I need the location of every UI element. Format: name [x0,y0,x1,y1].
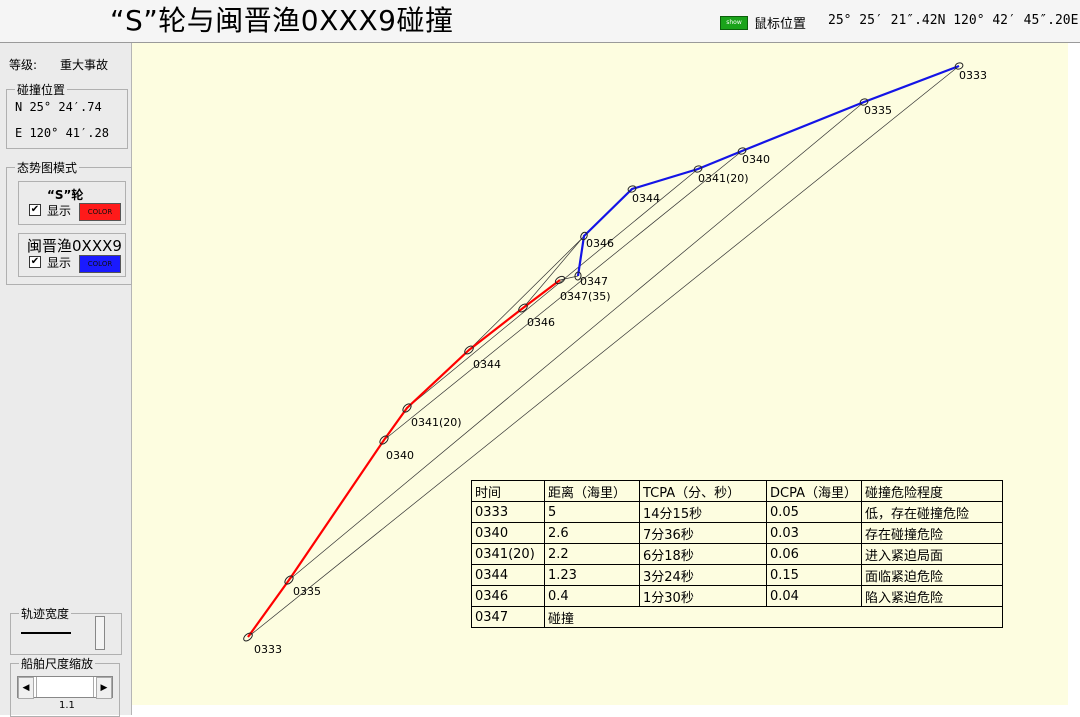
cell-time: 0347 [471,606,545,628]
cell-time: 0346 [471,585,545,607]
track-width-spinner[interactable] [95,616,105,650]
table-row: 0344 1.23 3分24秒 0.15 面临紧迫危险 [471,564,1003,586]
longitude-value: E 120° 41′.28 [15,126,109,140]
mode-title: 态势图模式 [15,159,80,176]
scale-title: 船舶尺度缩放 [19,655,96,672]
cell-time: 0341(20) [471,543,545,565]
ship1-show-label: 显示 [47,204,72,218]
scale-thumb[interactable] [36,677,94,697]
title-bar: “S”轮与闽晋渔0XXX9碰撞 show 鼠标位置 25° 25′ 21″.42… [0,0,1080,43]
cell-risk: 进入紧迫局面 [861,543,1003,565]
ship2-show-label: 显示 [47,256,72,270]
control-panel: 等级: 重大事故 碰撞位置 N 25° 24′.74 E 120° 41′.28… [0,43,132,717]
cell-risk: 陷入紧迫危险 [861,585,1003,607]
scale-slider[interactable]: ◀ ▶ [17,676,113,699]
cell-time: 0340 [471,522,545,544]
scale-value: 1.1 [59,700,75,711]
scale-left-arrow[interactable]: ◀ [18,677,34,699]
grade-value: 重大事故 [60,58,109,72]
table-header-row: 时间 距离（海里） TCPA（分、秒） DCPA（海里） 碰撞危险程度 [471,480,1003,502]
cell-risk: 存在碰撞危险 [861,522,1003,544]
ship1-name: “S”轮 [47,188,84,202]
table-row: 0346 0.4 1分30秒 0.04 陷入紧迫危险 [471,585,1003,607]
cell-time: 0344 [471,564,545,586]
cell-dcpa: 0.15 [766,564,862,586]
ship2-settings: 闽晋渔0XXX9 ✔ 显示 COLOR [18,233,126,277]
cell-tcpa: 3分24秒 [639,564,767,586]
header-distance: 距离（海里） [544,480,640,502]
track-width-group: 轨迹宽度 [10,605,122,655]
ship1-settings: “S”轮 ✔ 显示 COLOR [18,181,126,225]
cell-dcpa: 0.05 [766,501,862,523]
cell-tcpa: 6分18秒 [639,543,767,565]
ship2-name: 闽晋渔0XXX9 [27,237,122,255]
grade-label: 等级: [9,58,38,72]
mouse-position-readout: 25° 25′ 21″.42N 120° 42′ 45″.20E [828,13,1079,28]
table-row: 0333 5 14分15秒 0.05 低，存在碰撞危险 [471,501,1003,523]
bottom-strip [132,705,1080,715]
cell-dcpa: 0.04 [766,585,862,607]
latitude-value: N 25° 24′.74 [15,100,102,114]
cell-distance: 2.2 [544,543,640,565]
header-risk: 碰撞危险程度 [861,480,1003,502]
collision-position-title: 碰撞位置 [15,81,68,98]
collision-risk-table: 时间 距离（海里） TCPA（分、秒） DCPA（海里） 碰撞危险程度 0333… [471,480,1003,628]
track-width-title: 轨迹宽度 [19,605,72,622]
cell-distance: 0.4 [544,585,640,607]
cell-distance: 5 [544,501,640,523]
cell-dcpa: 0.06 [766,543,862,565]
ship2-color-button[interactable]: COLOR [79,255,121,273]
right-edge [1068,43,1080,705]
table-row: 0341(20) 2.2 6分18秒 0.06 进入紧迫局面 [471,543,1003,565]
cell-distance: 1.23 [544,564,640,586]
cell-tcpa: 7分36秒 [639,522,767,544]
track-width-preview [21,632,71,634]
header-tcpa: TCPA（分、秒） [639,480,767,502]
ship1-color-button[interactable]: COLOR [79,203,121,221]
mouse-position-button[interactable]: show [720,16,748,30]
cell-tcpa: 14分15秒 [639,501,767,523]
collision-position-group: 碰撞位置 N 25° 24′.74 E 120° 41′.28 [6,81,128,149]
scale-right-arrow[interactable]: ▶ [96,677,112,699]
ship1-show-checkbox[interactable]: ✔ [29,204,41,216]
cell-tcpa: 1分30秒 [639,585,767,607]
cell-time: 0333 [471,501,545,523]
cell-collision: 碰撞 [544,606,1003,628]
cell-risk: 面临紧迫危险 [861,564,1003,586]
table-row: 0340 2.6 7分36秒 0.03 存在碰撞危险 [471,522,1003,544]
header-dcpa: DCPA（海里） [766,480,862,502]
scale-group: 船舶尺度缩放 ◀ ▶ 1.1 [10,655,120,717]
cell-distance: 2.6 [544,522,640,544]
cell-risk: 低，存在碰撞危险 [861,501,1003,523]
mouse-position-label: 鼠标位置 [754,17,807,32]
table-row: 0347 碰撞 [471,606,1003,628]
window-title: “S”轮与闽晋渔0XXX9碰撞 [110,4,454,37]
ship2-show-checkbox[interactable]: ✔ [29,256,41,268]
header-time: 时间 [471,480,545,502]
cell-dcpa: 0.03 [766,522,862,544]
